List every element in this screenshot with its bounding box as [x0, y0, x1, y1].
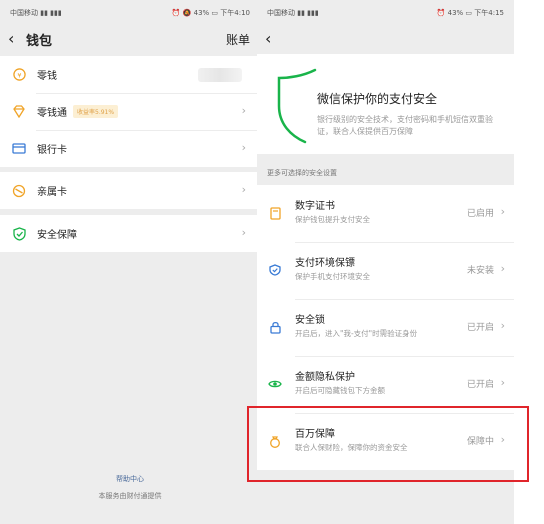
shield-check-icon: [12, 226, 26, 241]
wallet-item-label: 零钱通: [37, 108, 67, 119]
setting-digital-certificate[interactable]: 数字证书 保护钱包提升支付安全 已启用 ›: [257, 185, 514, 242]
card-icon: [12, 142, 26, 156]
back-arrow-icon[interactable]: ‹: [8, 29, 14, 48]
wallet-group-security: 安全保障 ›: [0, 215, 260, 252]
setting-description: 保护手机支付环境安全: [295, 272, 370, 281]
setting-status: 未安装: [466, 266, 494, 276]
service-provider-note: 本服务由财付通提供: [98, 492, 162, 500]
status-bar: 中国移动 ▮▮ ▮▮▮ ⏰ 🔕 43% ▭ 下午4:10: [0, 0, 260, 24]
chevron-right-icon: ›: [241, 226, 246, 239]
setting-status: 已开启: [466, 380, 494, 390]
wallet-screen: 中国移动 ▮▮ ▮▮▮ ⏰ 🔕 43% ▭ 下午4:10 ‹ 钱包 账单 ¥ 零…: [0, 0, 260, 524]
wallet-item-security[interactable]: 安全保障 ›: [0, 215, 260, 252]
shield-outline-icon: [277, 68, 317, 144]
wallet-item-label: 亲属卡: [37, 187, 67, 198]
wallet-group-family: 亲属卡 ›: [0, 172, 260, 209]
setting-status: 已启用: [466, 209, 494, 219]
chevron-right-icon: ›: [241, 141, 246, 154]
wallet-item-label: 安全保障: [37, 230, 77, 241]
coin-icon: ¥: [12, 68, 26, 82]
setting-title: 金额隐私保护: [295, 372, 355, 383]
chevron-right-icon: ›: [500, 319, 505, 332]
page-title: 钱包: [26, 34, 53, 49]
eye-icon: [268, 377, 282, 391]
security-hero: 微信保护你的支付安全 银行级别的安全技术，支付密码和手机短信双重验证，联合人保提…: [257, 54, 514, 154]
hero-description: 银行级别的安全技术，支付密码和手机短信双重验证，联合人保提供百万保障: [317, 115, 493, 136]
setting-description: 联合人保财险，保障你的资金安全: [295, 443, 408, 452]
hero-title: 微信保护你的支付安全: [317, 92, 438, 106]
status-carrier: 中国移动 ▮▮ ▮▮▮: [267, 9, 319, 17]
setting-status: 已开启: [466, 323, 494, 333]
wallet-item-label: 银行卡: [37, 145, 67, 156]
chevron-right-icon: ›: [500, 262, 505, 275]
right-margin: [514, 0, 544, 524]
status-carrier: 中国移动 ▮▮ ▮▮▮: [10, 9, 62, 17]
wallet-item-family-card[interactable]: 亲属卡 ›: [0, 172, 260, 209]
lock-icon: [268, 320, 282, 334]
setting-payment-guard[interactable]: 支付环境保镖 保护手机支付环境安全 未安装 ›: [257, 242, 514, 299]
security-screen: 中国移动 ▮▮ ▮▮▮ ⏰ 43% ▭ 下午4:15 ‹ 微信保护你的支付安全 …: [257, 0, 514, 524]
setting-title: 百万保障: [295, 429, 335, 440]
balance-blurred: [198, 68, 242, 82]
status-time: ⏰ 43% ▭ 下午4:15: [436, 9, 504, 17]
chevron-right-icon: ›: [500, 376, 505, 389]
money-bag-icon: [268, 434, 282, 448]
status-bar: 中国移动 ▮▮ ▮▮▮ ⏰ 43% ▭ 下午4:15: [257, 0, 514, 24]
chevron-right-icon: ›: [241, 104, 246, 117]
help-center-link[interactable]: 帮助中心: [0, 474, 260, 484]
wallet-group-main: ¥ 零钱 零钱通 收益率5.91% › 银行卡 ›: [0, 56, 260, 167]
back-arrow-icon[interactable]: ‹: [265, 29, 271, 48]
bill-button[interactable]: 账单: [226, 31, 250, 48]
family-card-icon: [12, 184, 26, 198]
setting-title: 安全锁: [295, 315, 325, 326]
nav-bar: ‹ 钱包 账单: [0, 24, 260, 54]
status-time: ⏰ 🔕 43% ▭ 下午4:10: [171, 9, 250, 17]
setting-million-protection[interactable]: 百万保障 联合人保财险，保障你的资金安全 保障中 ›: [257, 413, 514, 470]
setting-description: 开启后，进入"我-支付"时需验证身份: [295, 329, 418, 338]
svg-text:¥: ¥: [17, 71, 21, 79]
diamond-icon: [12, 105, 26, 119]
security-settings-list: 数字证书 保护钱包提升支付安全 已启用 › 支付环境保镖 保护手机支付环境安全 …: [257, 185, 514, 470]
section-label: 更多可选择的安全设置: [267, 169, 337, 177]
certificate-icon: [268, 206, 282, 220]
setting-title: 支付环境保镖: [295, 258, 355, 269]
wallet-item-change-pass[interactable]: 零钱通 收益率5.91% ›: [0, 93, 260, 130]
wallet-item-change[interactable]: ¥ 零钱: [0, 56, 260, 93]
guard-icon: [268, 263, 282, 277]
nav-bar: ‹: [257, 24, 514, 54]
chevron-right-icon: ›: [241, 183, 246, 196]
setting-status: 保障中: [466, 437, 494, 447]
setting-description: 开启后可隐藏钱包下方金额: [295, 386, 385, 395]
setting-title: 数字证书: [295, 201, 335, 212]
wallet-item-bank-card[interactable]: 银行卡 ›: [0, 130, 260, 167]
setting-amount-privacy[interactable]: 金额隐私保护 开启后可隐藏钱包下方金额 已开启 ›: [257, 356, 514, 413]
chevron-right-icon: ›: [500, 205, 505, 218]
setting-description: 保护钱包提升支付安全: [295, 215, 370, 224]
yield-badge: 收益率5.91%: [73, 105, 119, 118]
wallet-item-label: 零钱: [37, 71, 57, 82]
setting-security-lock[interactable]: 安全锁 开启后，进入"我-支付"时需验证身份 已开启 ›: [257, 299, 514, 356]
chevron-right-icon: ›: [500, 433, 505, 446]
